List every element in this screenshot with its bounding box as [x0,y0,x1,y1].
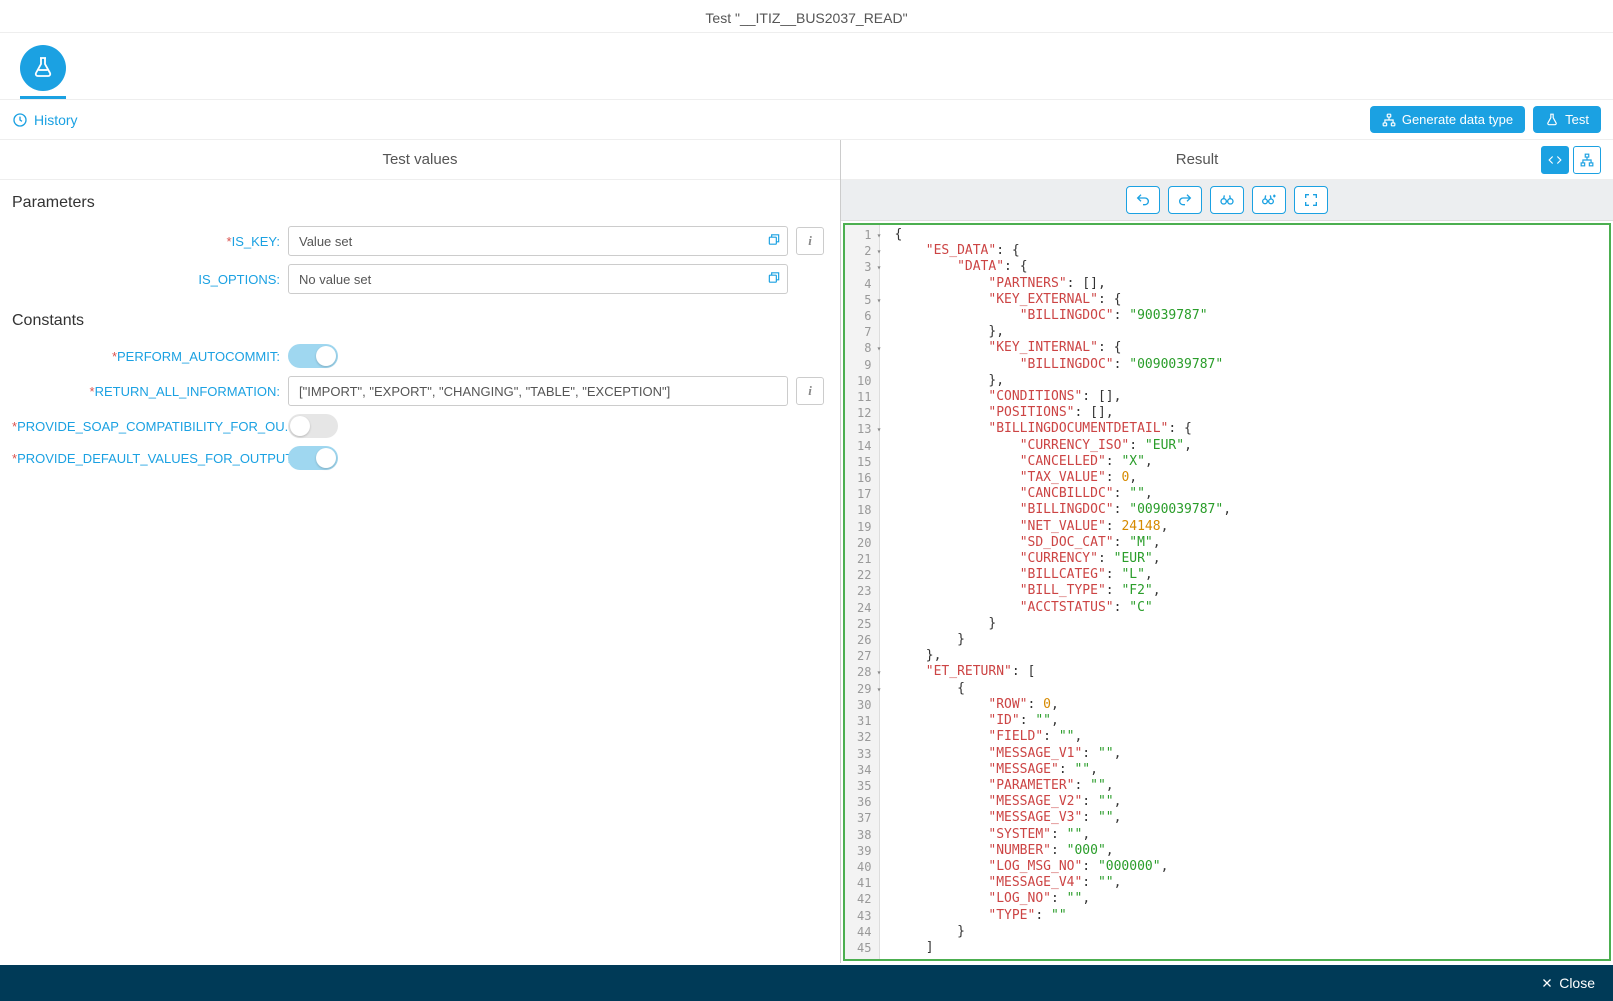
search-button[interactable] [1210,186,1244,214]
test-values-pane: Test values Parameters *IS_KEY: Value set… [0,140,841,963]
param-label: IS_OPTIONS: [12,272,280,287]
binoculars-plus-icon [1261,192,1277,208]
tree-icon [1382,113,1396,127]
toggle-switch[interactable] [288,344,338,368]
popup-icon[interactable] [767,233,781,250]
result-pane: Result [841,140,1613,963]
redo-button[interactable] [1168,186,1202,214]
code-content[interactable]: { "ES_DATA": { "DATA": { "PARTNERS": [],… [880,225,1609,959]
param-input[interactable]: No value set [288,264,788,294]
binoculars-icon [1219,192,1235,208]
constant-label: *RETURN_ALL_INFORMATION: [12,384,280,399]
test-values-header: Test values [0,140,840,180]
flask-icon [1545,113,1559,127]
line-gutter: 1234567891011121314151617181920212223242… [845,225,880,959]
toggle-switch[interactable] [288,446,338,470]
constant-row: *PROVIDE_DEFAULT_VALUES_FOR_OUTPUT: [0,442,840,474]
editor-toolbar [841,180,1613,221]
footer-bar: Close [0,965,1613,1001]
history-link[interactable]: History [12,112,78,128]
icon-tab-bar [0,33,1613,100]
history-label: History [34,112,78,128]
redo-icon [1177,192,1193,208]
undo-icon [1135,192,1151,208]
flask-tab-icon[interactable] [20,45,66,91]
test-button[interactable]: Test [1533,106,1601,133]
constant-row: *PROVIDE_SOAP_COMPATIBILITY_FOR_OU...: [0,410,840,442]
replace-button[interactable] [1252,186,1286,214]
expand-icon [1303,192,1319,208]
parameters-heading: Parameters [0,180,840,222]
param-input[interactable]: Value set [288,226,788,256]
info-icon[interactable]: i [796,227,824,255]
toggle-switch[interactable] [288,414,338,438]
info-icon[interactable]: i [796,377,824,405]
undo-button[interactable] [1126,186,1160,214]
toolbar: History Generate data type Test [0,100,1613,140]
param-row: IS_OPTIONS: No value set [0,260,840,298]
active-tab-indicator [20,96,66,99]
param-row: *IS_KEY: Value set i [0,222,840,260]
constant-label: *PROVIDE_DEFAULT_VALUES_FOR_OUTPUT: [12,451,280,466]
constants-heading: Constants [0,298,840,340]
clock-icon [12,112,28,128]
tree-view-toggle[interactable] [1573,146,1601,174]
generate-data-type-button[interactable]: Generate data type [1370,106,1525,133]
constant-row: *PERFORM_AUTOCOMMIT: [0,340,840,372]
param-label: *IS_KEY: [12,234,280,249]
popup-icon[interactable] [767,271,781,288]
constant-label: *PERFORM_AUTOCOMMIT: [12,349,280,364]
tree-icon [1580,153,1594,167]
code-icon [1548,153,1562,167]
constant-row: *RETURN_ALL_INFORMATION: ["IMPORT", "EXPO… [0,372,840,410]
constant-input[interactable]: ["IMPORT", "EXPORT", "CHANGING", "TABLE"… [288,376,788,406]
close-icon [1541,977,1553,989]
app-title: Test "__ITIZ__BUS2037_READ" [0,0,1613,33]
code-editor[interactable]: 1234567891011121314151617181920212223242… [843,223,1611,961]
result-header: Result [853,151,1541,168]
constant-label: *PROVIDE_SOAP_COMPATIBILITY_FOR_OU...: [12,419,280,434]
code-view-toggle[interactable] [1541,146,1569,174]
close-button[interactable]: Close [1541,975,1595,991]
fullscreen-button[interactable] [1294,186,1328,214]
